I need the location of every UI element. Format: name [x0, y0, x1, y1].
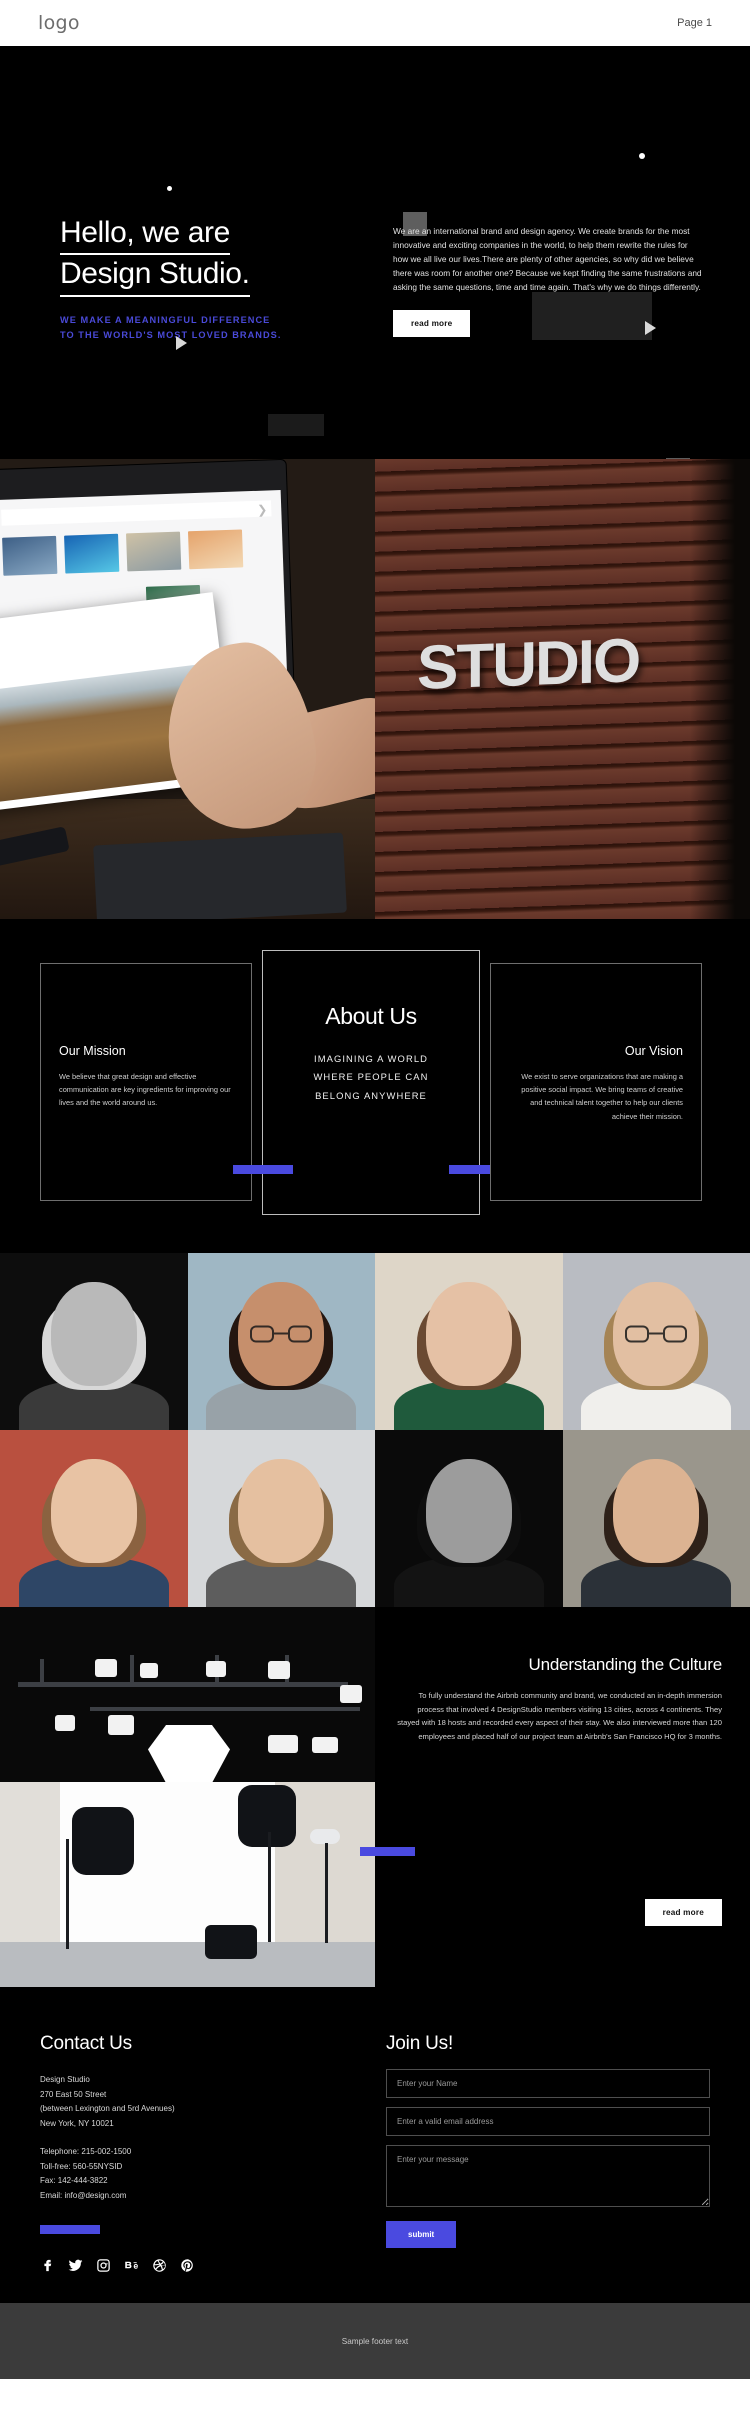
behance-icon[interactable] — [124, 2258, 139, 2273]
contact-accent-bar — [40, 2225, 100, 2235]
about-section: Our Mission We believe that great design… — [0, 919, 750, 1253]
submit-button[interactable]: submit — [386, 2221, 457, 2248]
member-glasses — [625, 1325, 688, 1343]
studio-sign-text: STUDIO — [417, 626, 640, 703]
culture-title: Understanding the Culture — [528, 1655, 723, 1674]
address-line-1: Design Studio — [40, 2075, 90, 2084]
hero-section: Hello, we are Design Studio. WE MAKE A M… — [0, 46, 750, 496]
social-links — [40, 2258, 370, 2273]
decor-dot-2 — [639, 153, 645, 159]
team-member-photo — [187, 1430, 375, 1607]
about-sub-line-3: BELONG ANYWHERE — [315, 1089, 427, 1101]
contact-address: Design Studio 270 East 50 Street (betwee… — [40, 2073, 370, 2131]
instagram-icon[interactable] — [96, 2258, 111, 2273]
team-member-photo — [562, 1253, 750, 1430]
mission-title: Our Mission — [59, 1044, 126, 1058]
culture-accent-bar — [360, 1847, 415, 1856]
about-sub-line-2: WHERE PEOPLE CAN — [313, 1071, 429, 1083]
message-field[interactable] — [386, 2145, 710, 2207]
card-our-mission: Our Mission We believe that great design… — [40, 963, 252, 1201]
member-face — [238, 1459, 325, 1564]
play-icon-left[interactable] — [176, 336, 187, 350]
read-more-button-hero[interactable]: read more — [393, 310, 471, 338]
showcase-image-designer-desk: ❯ — [0, 459, 375, 919]
accent-bar-left — [233, 1165, 293, 1174]
vision-text: We exist to serve organizations that are… — [521, 1072, 683, 1121]
name-field[interactable] — [386, 2069, 710, 2098]
tagline-line-1: WE MAKE A MEANINGFUL DIFFERENCE — [60, 314, 271, 325]
member-face — [425, 1459, 512, 1564]
logo[interactable]: logo — [38, 12, 80, 34]
twitter-icon[interactable] — [68, 2258, 83, 2273]
fax-line: Fax: 142-444-3822 — [40, 2176, 108, 2186]
telephone-line: Telephone: 215-002-1500 — [40, 2147, 132, 2157]
culture-text-block: Understanding the Culture To fully under… — [360, 1607, 750, 1987]
decor-dot-1 — [167, 186, 172, 191]
showcase-band: ❯ STUDIO — [0, 459, 750, 919]
team-member-photo — [187, 1253, 375, 1430]
address-line-4: New York, NY 10021 — [40, 2118, 114, 2128]
showcase-image-studio-sign: STUDIO — [375, 459, 750, 919]
vision-title: Our Vision — [624, 1044, 683, 1058]
team-member-photo — [562, 1430, 750, 1607]
card-our-vision: Our Vision We exist to serve organizatio… — [490, 963, 702, 1201]
culture-paragraph: To fully understand the Airbnb community… — [397, 1691, 722, 1741]
about-title: About Us — [325, 1003, 417, 1029]
email-field[interactable] — [386, 2107, 710, 2136]
page-number-label: Page 1 — [677, 17, 712, 29]
card-about-us: About Us IMAGINING A WORLD WHERE PEOPLE … — [233, 950, 509, 1215]
mission-text: We believe that great design and effecti… — [59, 1072, 231, 1108]
join-title: Join Us! — [386, 2033, 454, 2054]
team-member-photo — [0, 1430, 188, 1607]
member-face — [613, 1459, 700, 1564]
culture-image-photo-studio — [0, 1607, 375, 1987]
member-glasses — [250, 1325, 313, 1343]
page-root: logo Page 1 Hello, we are Design Studio.… — [0, 0, 750, 2380]
team-member-photo — [375, 1253, 563, 1430]
contact-details-block: Contact Us Design Studio 270 East 50 Str… — [40, 2033, 370, 2273]
address-line-2: 270 East 50 Street — [40, 2089, 107, 2099]
hero-headline-block: Hello, we are Design Studio. WE MAKE A M… — [60, 214, 360, 343]
about-sub-line-1: IMAGINING A WORLD — [313, 1053, 429, 1064]
email-line[interactable]: Email: info@design.com — [40, 2189, 370, 2204]
contact-phone-block: Telephone: 215-002-1500 Toll-free: 560-5… — [40, 2145, 370, 2203]
hero-paragraph: We are an international brand and design… — [393, 226, 702, 293]
tollfree-line: Toll-free: 560-55NYSID — [40, 2161, 123, 2171]
team-photo-grid — [0, 1253, 750, 1607]
page-title: Hello, we are Design Studio. — [60, 214, 360, 297]
pinterest-icon[interactable] — [180, 2258, 195, 2273]
footer-text: Sample footer text — [341, 2336, 409, 2346]
tagline-line-2: TO THE WORLD'S MOST LOVED BRANDS. — [60, 329, 282, 340]
dribbble-icon[interactable] — [152, 2258, 167, 2273]
hero-description-block: We are an international brand and design… — [393, 224, 703, 338]
team-member-photo — [0, 1253, 188, 1430]
contact-title: Contact Us — [40, 2033, 132, 2054]
headline-line-2: Design Studio. — [60, 255, 250, 297]
member-face — [425, 1282, 512, 1387]
facebook-icon[interactable] — [40, 2258, 55, 2273]
page-footer: Sample footer text — [0, 2303, 750, 2380]
culture-section: Understanding the Culture To fully under… — [0, 1607, 750, 1987]
top-bar: logo Page 1 — [0, 0, 750, 46]
team-member-photo — [375, 1430, 563, 1607]
contact-section: Contact Us Design Studio 270 East 50 Str… — [0, 1987, 750, 2304]
join-us-block: Join Us! submit — [370, 2033, 710, 2273]
decor-square-3 — [268, 414, 324, 436]
address-line-3: (between Lexington and 5rd Avenues) — [40, 2104, 175, 2114]
member-face — [50, 1459, 137, 1564]
member-face — [50, 1282, 137, 1387]
about-subtitle: IMAGINING A WORLD WHERE PEOPLE CAN BELON… — [277, 1050, 465, 1105]
read-more-button-culture[interactable]: read more — [644, 1899, 722, 1926]
headline-line-1: Hello, we are — [60, 214, 230, 256]
hero-tagline: WE MAKE A MEANINGFUL DIFFERENCE TO THE W… — [60, 313, 360, 343]
